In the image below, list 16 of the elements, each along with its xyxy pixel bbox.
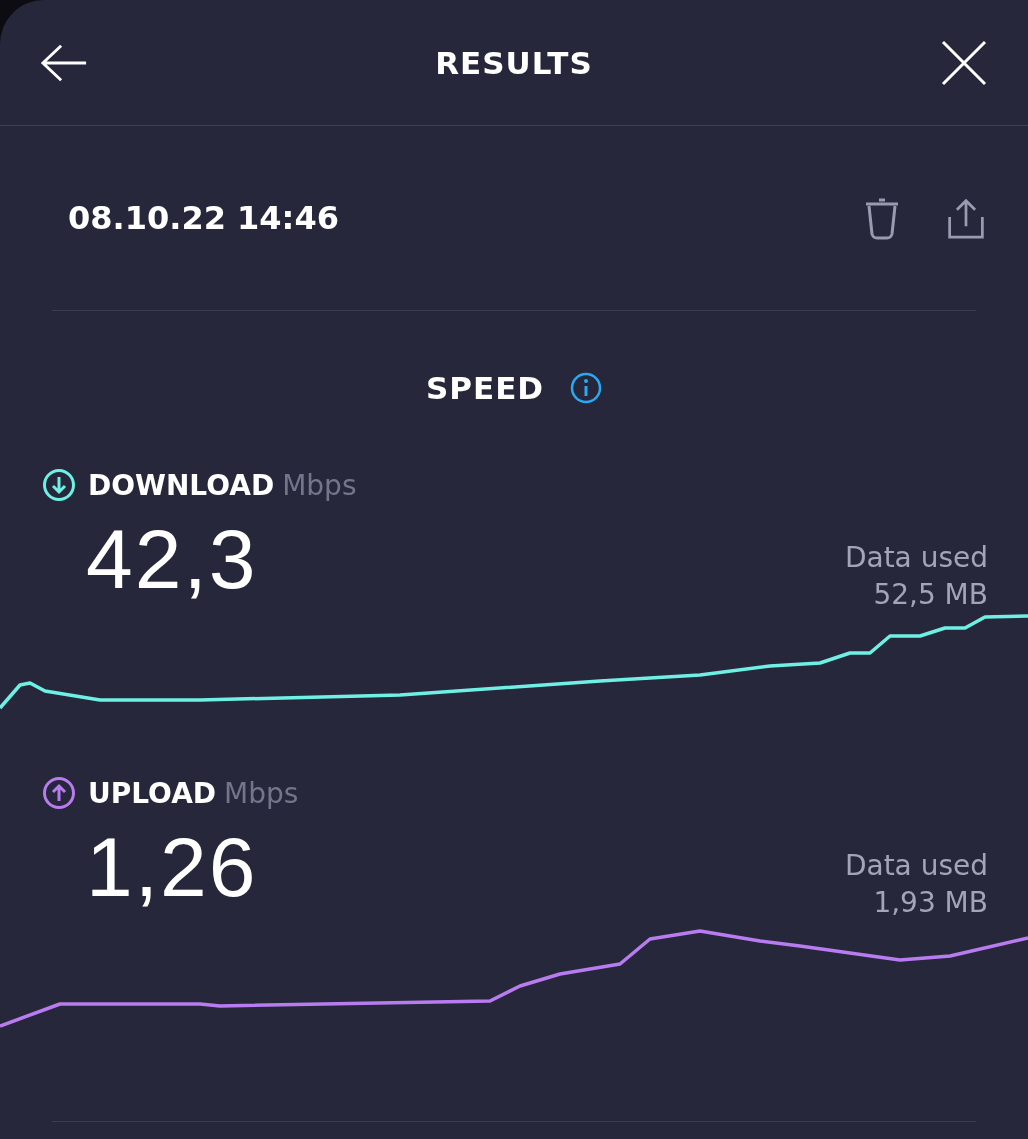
data-used-label: Data used — [844, 848, 988, 885]
section-title: SPEED — [425, 370, 545, 406]
data-used-label: Data used — [844, 540, 988, 577]
unit-label: Mbps — [224, 776, 299, 810]
unit-label: Mbps — [282, 468, 357, 502]
data-used-value: 1,93 MB — [873, 884, 988, 921]
close-icon[interactable] — [940, 39, 988, 86]
info-icon[interactable] — [570, 372, 603, 404]
speed-value: 1,26 — [86, 825, 258, 909]
data-used-value: 52,5 MB — [873, 576, 988, 613]
speed-value: 42,3 — [86, 517, 258, 601]
metric-label: DOWNLOAD — [88, 468, 275, 502]
screen-title: RESULTS — [435, 44, 593, 81]
share-icon[interactable] — [946, 196, 986, 240]
metric-label: UPLOAD — [88, 776, 217, 810]
test-datetime: 08.10.22 14:46 — [68, 199, 339, 237]
